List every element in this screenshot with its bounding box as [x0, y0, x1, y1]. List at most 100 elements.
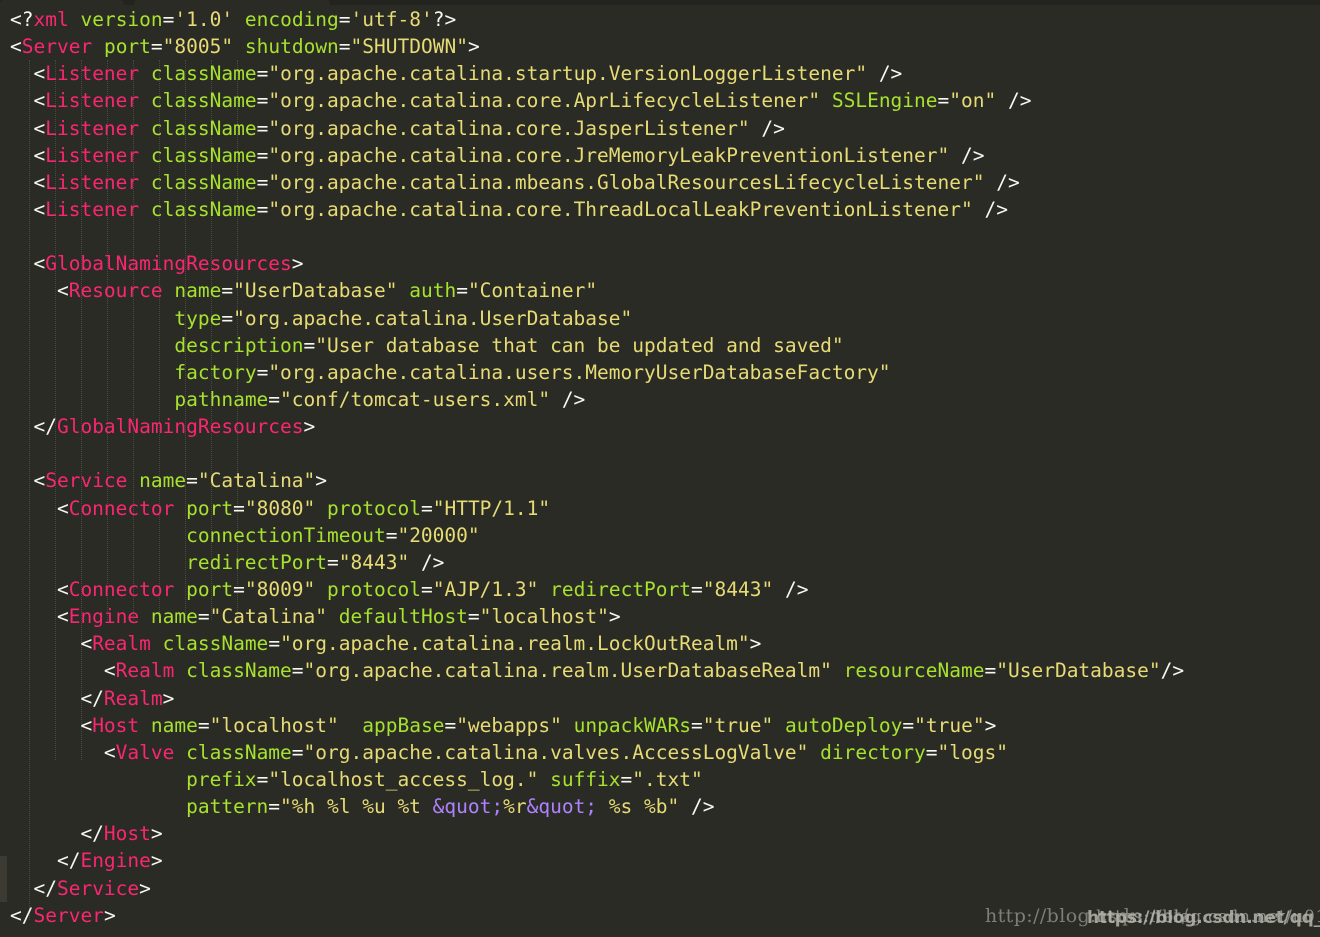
- code-line[interactable]: description="User database that can be u…: [10, 332, 1320, 359]
- code-line[interactable]: prefix="localhost_access_log." suffix=".…: [10, 766, 1320, 793]
- code-token-punc: >: [315, 469, 328, 493]
- code-token-tag: GlobalNamingResources: [45, 252, 292, 276]
- code-token-val: %r: [503, 795, 527, 819]
- code-token-attr: shutdown: [244, 35, 339, 59]
- code-token-punc: </: [10, 415, 57, 439]
- code-token-val: "8080": [244, 496, 316, 520]
- code-token-tag: Listener: [45, 62, 140, 86]
- code-line[interactable]: <Service name="Catalina">: [10, 467, 1320, 494]
- code-line[interactable]: <Listener className="org.apache.catalina…: [10, 60, 1320, 87]
- code-line[interactable]: type="org.apache.catalina.UserDatabase": [10, 305, 1320, 332]
- code-token-punc: =: [338, 8, 351, 31]
- code-token-punc: >: [162, 686, 175, 710]
- code-token-val: "org.apache.catalina.core.JasperListener…: [268, 116, 750, 140]
- code-token-punc: =: [256, 62, 269, 86]
- code-line[interactable]: </Engine>: [10, 847, 1320, 874]
- code-token-punc: =: [691, 577, 703, 601]
- code-token-attr: pattern: [186, 795, 269, 819]
- code-token-attr: factory: [174, 360, 257, 384]
- code-line[interactable]: [10, 440, 1320, 467]
- code-token-punc: </: [10, 849, 81, 873]
- code-token-punc: <: [10, 89, 46, 113]
- code-token-punc: [139, 117, 151, 140]
- code-token-val: "AJP/1.3": [432, 577, 539, 601]
- code-token-tag: Connector: [68, 496, 175, 520]
- code-token-tag: Server: [21, 35, 93, 59]
- code-token-attr: encoding: [244, 8, 339, 31]
- code-token-punc: <: [10, 469, 46, 493]
- code-line[interactable]: <Listener className="org.apache.catalina…: [10, 142, 1320, 169]
- code-line[interactable]: pattern="%h %l %u %t &quot;%r&quot; %s %…: [10, 793, 1320, 820]
- code-token-punc: [10, 795, 186, 818]
- code-line[interactable]: </Host>: [10, 820, 1320, 847]
- code-token-punc: >: [467, 35, 480, 59]
- code-token-attr: className: [150, 170, 257, 194]
- code-token-punc: [10, 388, 174, 411]
- code-line[interactable]: <Server port="8005" shutdown="SHUTDOWN">: [10, 33, 1320, 60]
- code-token-tag: Service: [45, 469, 128, 493]
- editor-tab[interactable]: [0, 0, 124, 5]
- code-token-punc: [127, 469, 139, 492]
- code-line[interactable]: [10, 223, 1320, 250]
- code-line[interactable]: pathname="conf/tomcat-users.xml" />: [10, 386, 1320, 413]
- code-token-punc: <: [10, 35, 22, 59]
- code-token-punc: [562, 714, 574, 737]
- code-line[interactable]: <Valve className="org.apache.catalina.va…: [10, 739, 1320, 766]
- code-token-punc: =: [162, 8, 175, 31]
- code-line[interactable]: <Realm className="org.apache.catalina.re…: [10, 657, 1320, 684]
- code-line[interactable]: <Resource name="UserDatabase" auth="Cont…: [10, 277, 1320, 304]
- code-token-val: "8443": [702, 577, 774, 601]
- code-token-attr: appBase: [362, 713, 445, 737]
- code-line[interactable]: <Listener className="org.apache.catalina…: [10, 87, 1320, 114]
- code-line[interactable]: connectionTimeout="20000": [10, 522, 1320, 549]
- code-line[interactable]: </GlobalNamingResources>: [10, 413, 1320, 440]
- code-line[interactable]: </Service>: [10, 875, 1320, 902]
- code-line[interactable]: <Realm className="org.apache.catalina.re…: [10, 630, 1320, 657]
- code-line[interactable]: <Listener className="org.apache.catalina…: [10, 196, 1320, 223]
- code-token-punc: =: [221, 279, 234, 303]
- code-token-val: "UserDatabase": [996, 659, 1161, 683]
- code-token-punc: =: [197, 605, 210, 629]
- code-line[interactable]: <Connector port="8009" protocol="AJP/1.3…: [10, 576, 1320, 603]
- code-line[interactable]: <?xml version='1.0' encoding='utf-8'?>: [10, 6, 1320, 33]
- code-line[interactable]: <Listener className="org.apache.catalina…: [10, 115, 1320, 142]
- code-editor[interactable]: <?xml version='1.0' encoding='utf-8'?> <S…: [0, 0, 1320, 937]
- code-token-tag: Service: [56, 876, 140, 900]
- code-token-tag: Listener: [45, 170, 140, 194]
- code-token-punc: [10, 307, 174, 330]
- code-token-val: "UserDatabase": [233, 279, 398, 303]
- code-token-punc: />: [867, 62, 903, 86]
- code-token-punc: =: [338, 35, 351, 59]
- code-token-attr: prefix: [186, 767, 257, 791]
- code-line[interactable]: redirectPort="8443" />: [10, 549, 1320, 576]
- code-line[interactable]: factory="org.apache.catalina.users.Memor…: [10, 359, 1320, 386]
- code-line[interactable]: <Host name="localhost" appBase="webapps"…: [10, 712, 1320, 739]
- code-line[interactable]: <Connector port="8080" protocol="HTTP/1.…: [10, 495, 1320, 522]
- code-token-punc: >: [608, 605, 621, 629]
- code-token-punc: <: [10, 659, 116, 683]
- code-content[interactable]: <?xml version='1.0' encoding='utf-8'?> <S…: [10, 6, 1320, 929]
- code-token-val: "20000": [397, 523, 480, 547]
- code-token-punc: =: [925, 740, 938, 764]
- editor-tab[interactable]: [134, 0, 330, 5]
- code-token-tag: Valve: [115, 740, 175, 764]
- code-token-attr: defaultHost: [338, 605, 468, 629]
- code-token-val: "org.apache.catalina.startup.VersionLogg…: [268, 62, 868, 86]
- code-line[interactable]: <GlobalNamingResources>: [10, 250, 1320, 277]
- code-token-punc: >: [139, 876, 151, 900]
- code-token-punc: />: [679, 795, 715, 819]
- code-token-tag: GlobalNamingResources: [56, 415, 304, 439]
- code-token-tag: Realm: [115, 659, 175, 683]
- code-token-punc: [174, 741, 186, 764]
- code-token-punc: <: [10, 197, 46, 221]
- code-line[interactable]: <Listener className="org.apache.catalina…: [10, 169, 1320, 196]
- code-line[interactable]: </Realm>: [10, 685, 1320, 712]
- code-token-decl: xml: [33, 8, 69, 31]
- code-token-punc: =: [256, 170, 269, 194]
- code-line[interactable]: <Engine name="Catalina" defaultHost="loc…: [10, 603, 1320, 630]
- code-token-punc: [327, 605, 339, 628]
- code-token-punc: =: [291, 659, 304, 683]
- vertical-scrollbar-thumb[interactable]: [0, 856, 7, 902]
- code-token-val: %s %b": [597, 795, 680, 819]
- code-token-punc: [832, 659, 844, 682]
